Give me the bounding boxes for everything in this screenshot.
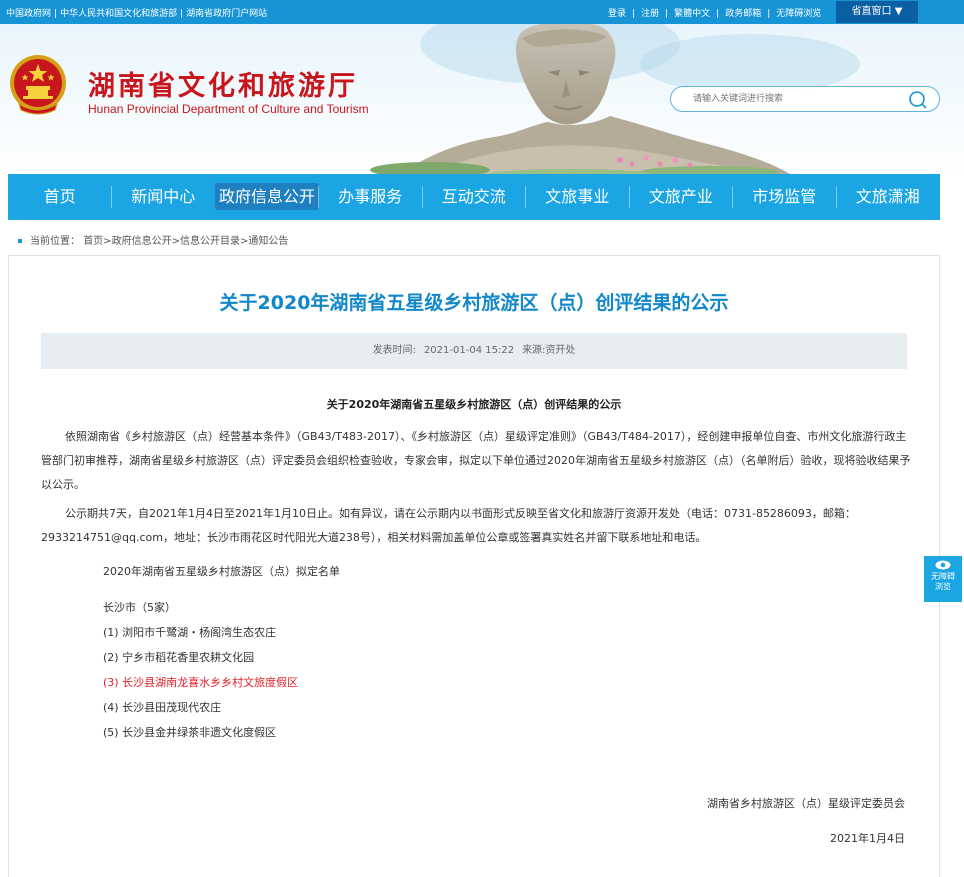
- nav-item-culture-xiaoxiang[interactable]: 文旅潇湘: [836, 174, 940, 220]
- nav-item-culture-affairs[interactable]: 文旅事业: [526, 174, 630, 220]
- link-hunan-gov-portal[interactable]: 湖南省政府门户网站: [186, 9, 267, 19]
- list-item: (4) 长沙县田茂现代农庄: [103, 701, 222, 714]
- nav-item-interaction[interactable]: 互动交流: [422, 174, 526, 220]
- nav-item-news[interactable]: 新闻中心: [112, 174, 216, 220]
- list-item: (1) 浏阳市千鹭湖・杨阁湾生态农庄: [103, 626, 277, 639]
- gov-mail-link[interactable]: 政务邮箱: [725, 9, 761, 19]
- site-header: 湖南省文化和旅游厅 Hunan Provincial Department of…: [0, 24, 964, 174]
- bullet-icon: [18, 239, 22, 243]
- traditional-chinese-link[interactable]: 繁體中文: [674, 9, 710, 19]
- separator: |: [767, 9, 771, 19]
- city-heading: 长沙市（5家）: [103, 601, 176, 614]
- separator: |: [632, 9, 636, 19]
- breadcrumb-path[interactable]: 首页>政府信息公开>信息公开目录>通知公告: [83, 236, 288, 247]
- nav-item-culture-industry[interactable]: 文旅产业: [629, 174, 733, 220]
- nav-item-services[interactable]: 办事服务: [319, 174, 423, 220]
- floating-accessibility-button[interactable]: 无障碍 浏览: [924, 556, 962, 602]
- search-input[interactable]: [693, 91, 903, 107]
- article-paragraph: 公示期共7天，自2021年1月4日至2021年1月10日止。如有异议，请在公示期…: [41, 507, 856, 544]
- article-paragraph: 依照湖南省《乡村旅游区（点）经营基本条件》（GB43/T483-2017）、《乡…: [41, 430, 911, 491]
- separator: |: [54, 9, 58, 19]
- separator: |: [665, 9, 669, 19]
- separator: |: [180, 9, 184, 19]
- login-link[interactable]: 登录: [608, 9, 626, 19]
- accessibility-label-line2: 浏览: [935, 582, 951, 591]
- article-container: 关于2020年湖南省五星级乡村旅游区（点）创评结果的公示 发表时间: 2021-0…: [8, 255, 940, 877]
- link-ministry-culture-tourism[interactable]: 中华人民共和国文化和旅游部: [60, 9, 177, 19]
- nav-item-market-supervision[interactable]: 市场监管: [733, 174, 837, 220]
- link-gov-cn[interactable]: 中国政府网: [6, 9, 51, 19]
- top-bar-external-links: 中国政府网 | 中华人民共和国文化和旅游部 | 湖南省政府门户网站: [6, 6, 267, 19]
- signature-org: 湖南省乡村旅游区（点）星级评定委员会: [707, 797, 905, 810]
- article-source: 来源:资开处: [522, 345, 576, 356]
- main-nav: 首页 新闻中心 政府信息公开 办事服务 互动交流 文旅事业 文旅产业 市场监管 …: [8, 174, 940, 220]
- article-meta-bar: 发表时间: 2021-01-04 15:22 来源:资开处: [41, 333, 907, 369]
- breadcrumb-label: 当前位置：: [30, 236, 80, 247]
- eye-icon: [935, 560, 951, 570]
- site-subtitle: Hunan Provincial Department of Culture a…: [88, 102, 369, 116]
- article-body-title: 关于2020年湖南省五星级乡村旅游区（点）创评结果的公示: [326, 398, 622, 411]
- site-title[interactable]: 湖南省文化和旅游厅: [88, 64, 358, 103]
- list-item-highlighted: (3) 长沙县湖南龙喜水乡乡村文旅度假区: [103, 676, 299, 689]
- accessibility-label-line1: 无障碍: [931, 572, 955, 581]
- article-title: 关于2020年湖南省五星级乡村旅游区（点）创评结果的公示: [219, 292, 729, 314]
- register-link[interactable]: 注册: [641, 9, 659, 19]
- nav-item-gov-info[interactable]: 政府信息公开: [215, 174, 320, 220]
- provincial-portal-dropdown[interactable]: 省直窗口 ▼: [836, 1, 918, 23]
- search-icon[interactable]: [908, 90, 928, 110]
- publish-time: 2021-01-04 15:22: [423, 345, 515, 356]
- signature-date: 2021年1月4日: [830, 832, 905, 845]
- search-box: [670, 86, 940, 112]
- top-bar: 中国政府网 | 中华人民共和国文化和旅游部 | 湖南省政府门户网站 登录 | 注册 | 繁體中文…: [0, 0, 964, 24]
- separator: |: [716, 9, 720, 19]
- list-item: (2) 宁乡市稻花香里农耕文化园: [103, 651, 255, 664]
- national-emblem-icon: [10, 55, 66, 115]
- list-heading: 2020年湖南省五星级乡村旅游区（点）拟定名单: [103, 565, 340, 578]
- nav-item-home[interactable]: 首页: [8, 174, 112, 220]
- top-bar-user-links: 登录 | 注册 | 繁體中文 | 政务邮箱 | 无障碍浏览: [608, 6, 821, 19]
- publish-label: 发表时间:: [372, 345, 416, 356]
- accessibility-link[interactable]: 无障碍浏览: [776, 9, 821, 19]
- list-item: (5) 长沙县金井绿茶非遗文化度假区: [103, 726, 277, 739]
- breadcrumb: 当前位置： 首页>政府信息公开>信息公开目录>通知公告: [18, 232, 288, 247]
